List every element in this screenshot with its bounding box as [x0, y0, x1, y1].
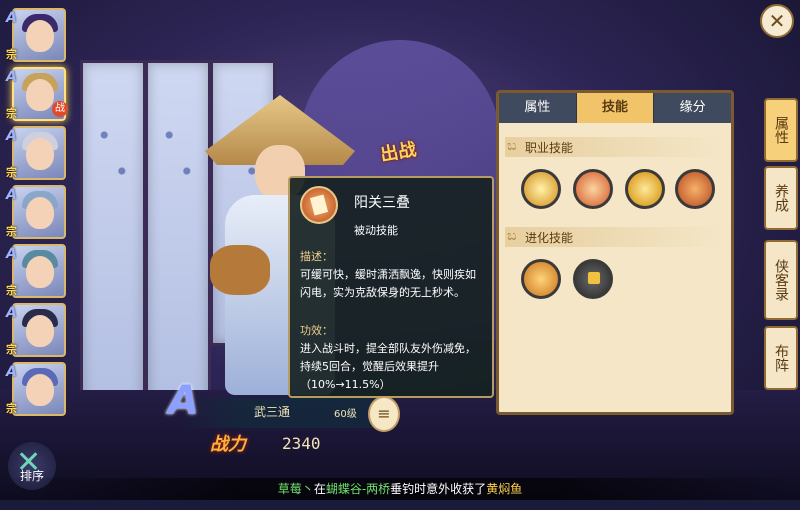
hero-detail-panel: 属性 技能 缘分 ಬ 职业技能 ಬ 进化技能 [496, 90, 734, 415]
tier-badge: A [6, 364, 17, 380]
power-value: 2340 [282, 434, 321, 453]
fishing-basket [210, 245, 270, 295]
tier-badge: A [6, 69, 17, 85]
biography-book-icon[interactable]: ≡ [368, 396, 400, 432]
tab-fate[interactable]: 缘分 [654, 93, 731, 123]
effect-title: 功效： [300, 324, 333, 337]
desc-title: 描述： [300, 250, 333, 263]
skill-type: 被动技能 [354, 224, 398, 237]
hero-face [26, 20, 54, 52]
swirl-icon: ಬ [507, 228, 517, 244]
job-skill-4[interactable] [675, 169, 715, 209]
skill-tooltip: 阳关三叠 被动技能 描述： 可缓可快，缓时潇洒飘逸，快则疾如闪电，实为克敌保身的… [288, 176, 494, 398]
job-skill-3[interactable] [625, 169, 665, 209]
sect-tag: 宗 [6, 107, 17, 120]
power-label: 战力 [210, 434, 246, 455]
hero-name: 武三通 [254, 405, 291, 419]
hero-portrait-7[interactable]: A 宗 [6, 362, 66, 416]
sect-tag: 宗 [6, 166, 17, 179]
tier-badge: A [6, 128, 17, 144]
folding-screen-left [80, 60, 146, 406]
broadcast-item: 黄焖鱼 [486, 482, 523, 496]
broadcast-text-2: 垂钓时意外收获了 [390, 482, 487, 496]
job-skill-2[interactable] [573, 169, 613, 209]
tab-skills[interactable]: 技能 [576, 93, 655, 123]
sect-tag: 宗 [6, 284, 17, 297]
broadcast-location: 蝴蝶谷-两桥 [325, 482, 391, 496]
close-button[interactable]: ✕ [760, 4, 794, 38]
tab-attributes[interactable]: 属性 [499, 93, 577, 123]
hero-portrait-4[interactable]: A 宗 [6, 185, 66, 239]
system-broadcast: 草莓丶在蝴蝶谷-两桥垂钓时意外收获了黄焖鱼 [0, 478, 800, 500]
broadcast-player: 草莓丶 [277, 482, 314, 496]
job-skill-1[interactable] [521, 169, 561, 209]
tier-badge: A [6, 187, 17, 203]
hero-level: 60级 [334, 409, 357, 420]
hero-portrait-1[interactable]: A 宗 [6, 8, 66, 62]
in-battle-badge: 战 [52, 101, 68, 117]
evolve-skill-1[interactable] [521, 259, 561, 299]
hero-face [26, 79, 54, 111]
hero-grade: A [168, 378, 199, 424]
job-skills-header: ಬ 职业技能 [505, 137, 725, 157]
swirl-icon: ಬ [507, 138, 517, 154]
sect-tag: 宗 [6, 48, 17, 61]
hero-portrait-2[interactable]: A 宗 战 [6, 67, 68, 121]
evolve-skills-header: ಬ 进化技能 [505, 227, 725, 247]
hero-roster: A 宗 A 宗 战 A 宗 A 宗 A 宗 A 宗 A 宗 [4, 8, 68, 421]
skill-name: 阳关三叠 [354, 195, 410, 211]
pinwheel-icon: ✕ [16, 445, 42, 480]
side-tab-attributes[interactable]: 属性 [764, 98, 798, 162]
hero-portrait-5[interactable]: A 宗 [6, 244, 66, 298]
lock-icon [588, 272, 600, 284]
hero-portrait-6[interactable]: A 宗 [6, 303, 66, 357]
panel-tabs: 属性 技能 缘分 [499, 93, 731, 123]
evolve-skill-locked[interactable] [573, 259, 613, 299]
job-skills-title: 职业技能 [525, 141, 574, 155]
sect-tag: 宗 [6, 402, 17, 415]
side-tab-develop[interactable]: 养成 [764, 166, 798, 230]
hero-face [26, 138, 54, 170]
skill-icon [300, 186, 338, 224]
hero-face [26, 374, 54, 406]
hero-face [26, 197, 54, 229]
sect-tag: 宗 [6, 225, 17, 238]
effect-text: 进入战斗时，提全部队友外伤减免，持续5回合，觉醒后效果提升（10%→11.5%） [300, 342, 476, 391]
hero-face [26, 315, 54, 347]
tier-badge: A [6, 305, 17, 321]
tier-badge: A [6, 246, 17, 262]
desc-text: 可缓可快，缓时潇洒飘逸，快则疾如闪电，实为克敌保身的无上秒术。 [300, 268, 476, 299]
broadcast-text-1: 在 [313, 482, 326, 496]
evolve-skills-title: 进化技能 [525, 231, 574, 245]
hero-face [26, 256, 54, 288]
side-tab-heroes-record[interactable]: 侠客录 [764, 240, 798, 320]
sect-tag: 宗 [6, 343, 17, 356]
hero-portrait-3[interactable]: A 宗 [6, 126, 66, 180]
side-tab-formation[interactable]: 布阵 [764, 326, 798, 390]
tier-badge: A [6, 10, 17, 26]
